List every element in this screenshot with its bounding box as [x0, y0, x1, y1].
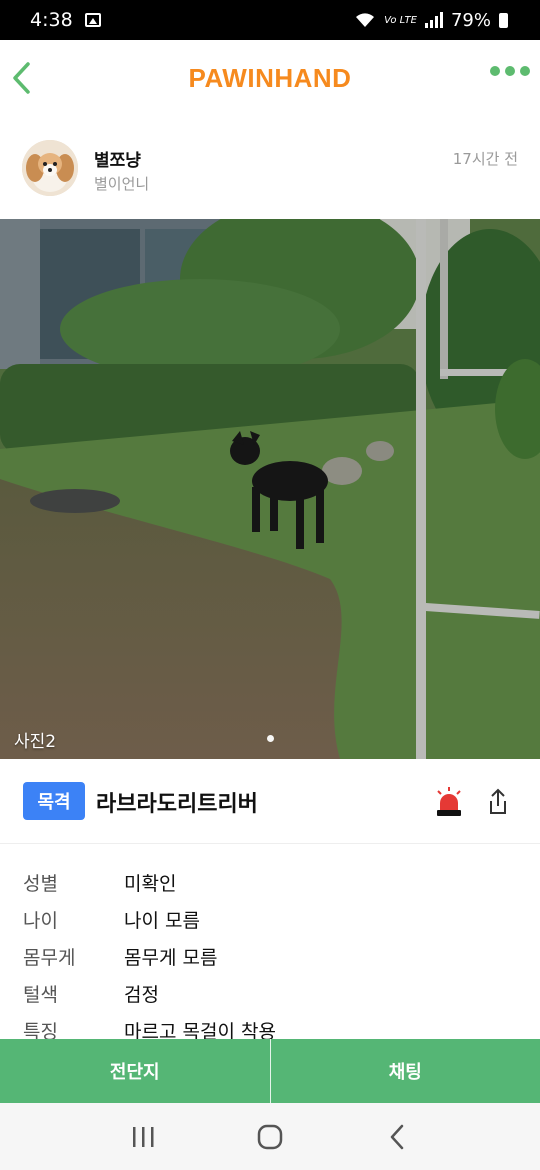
- more-dot-icon: [520, 66, 530, 76]
- recent-apps-button[interactable]: [123, 1117, 163, 1157]
- wifi-icon: [356, 13, 375, 27]
- photo-image: [0, 219, 540, 759]
- post-title-row: 목격 라브라도리트리버: [0, 760, 540, 844]
- back-chevron-icon[interactable]: [10, 60, 34, 96]
- info-value: 미확인: [124, 873, 177, 895]
- info-row-weight: 몸무게 몸무게 모름: [0, 938, 540, 975]
- avatar[interactable]: [22, 140, 78, 196]
- info-value: 몸무게 모름: [124, 947, 218, 969]
- chat-button[interactable]: 채팅: [271, 1039, 540, 1103]
- app-logo: PAWINHAND: [188, 62, 352, 93]
- info-key: 나이: [23, 910, 58, 932]
- home-button[interactable]: [250, 1117, 290, 1157]
- flyer-button[interactable]: 전단지: [0, 1039, 270, 1103]
- post-photo[interactable]: 사진2: [0, 219, 540, 759]
- status-time: 4:38: [30, 9, 73, 31]
- info-row-gender: 성별 미확인: [0, 864, 540, 901]
- author-name[interactable]: 별쪼냥: [94, 146, 141, 171]
- battery-percent: 79%: [450, 9, 491, 31]
- more-dot-icon: [505, 66, 515, 76]
- status-badge: 목격: [23, 782, 85, 820]
- system-nav-bar: [0, 1103, 540, 1170]
- info-key: 털색: [23, 984, 58, 1006]
- bottom-action-bar: 전단지 채팅: [0, 1039, 540, 1103]
- info-value: 검정: [124, 984, 159, 1006]
- post-time: 17시간 전: [452, 150, 518, 168]
- home-icon: [257, 1124, 283, 1149]
- info-key: 성별: [23, 873, 58, 895]
- post-title: 라브라도리트리버: [96, 792, 258, 817]
- more-dot-icon: [490, 66, 500, 76]
- signal-icon: [424, 12, 443, 28]
- gallery-notification-icon: [84, 13, 101, 27]
- photo-pagination: [0, 735, 540, 742]
- battery-icon: [499, 12, 508, 28]
- app-header: PAWINHAND: [0, 40, 540, 116]
- siren-icon[interactable]: [434, 786, 464, 818]
- status-bar: 4:38 Vo LTE 79%: [0, 0, 540, 40]
- share-icon[interactable]: [483, 786, 513, 818]
- info-value: 나이 모름: [124, 910, 200, 932]
- pagination-dot-active[interactable]: [266, 735, 274, 742]
- info-key: 몸무게: [23, 947, 76, 969]
- pet-info-list: 성별 미확인 나이 나이 모름 몸무게 몸무게 모름 털색 검정 특징 마르고 …: [0, 864, 540, 1049]
- back-button[interactable]: [377, 1117, 417, 1157]
- author-subtitle: 별이언니: [94, 175, 150, 193]
- volte-indicator: Vo LTE: [384, 14, 417, 26]
- author-row[interactable]: 별쪼냥 별이언니 17시간 전: [0, 130, 540, 210]
- back-icon: [390, 1124, 403, 1149]
- recent-apps-icon: [133, 1126, 154, 1147]
- info-row-color: 털색 검정: [0, 975, 540, 1012]
- more-options-button[interactable]: [490, 66, 530, 76]
- info-row-age: 나이 나이 모름: [0, 901, 540, 938]
